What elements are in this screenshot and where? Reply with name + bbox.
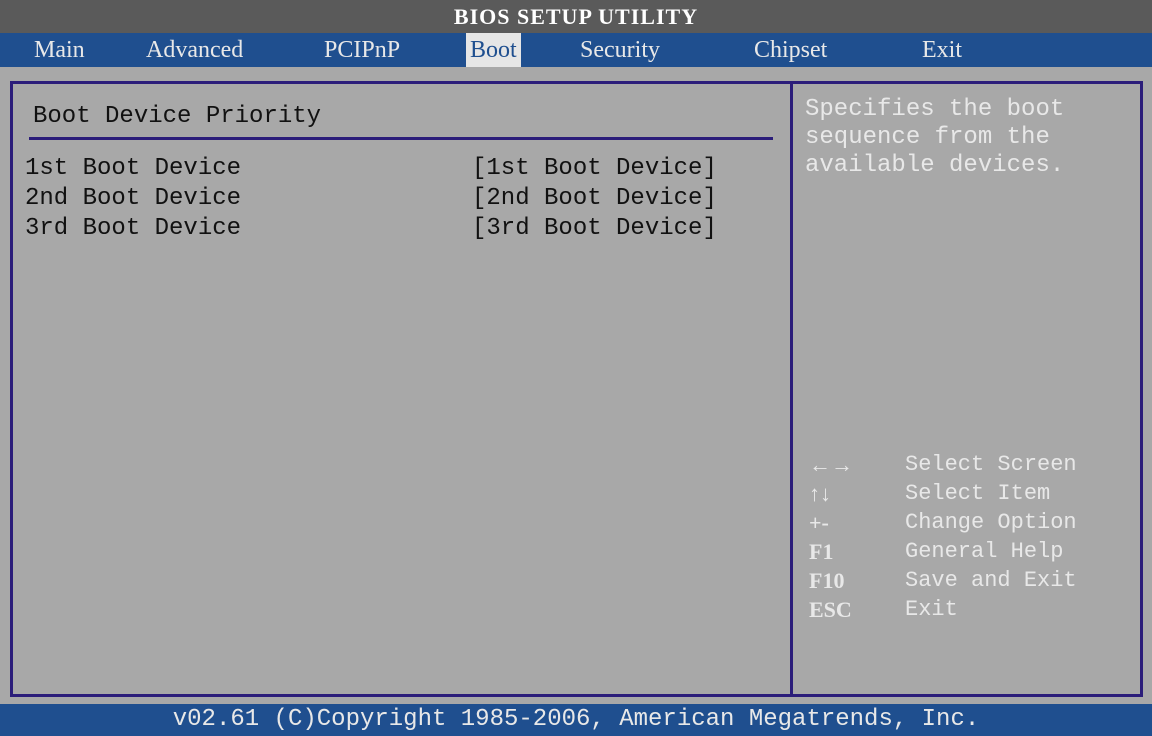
section-divider [29, 137, 773, 140]
menu-boot[interactable]: Boot [466, 33, 521, 67]
row-label: 1st Boot Device [25, 155, 242, 182]
row-label: 2nd Boot Device [25, 185, 242, 212]
menu-pcipnp[interactable]: PCIPnP [320, 33, 404, 67]
window-title: BIOS SETUP UTILITY [0, 0, 1152, 33]
menu-advanced[interactable]: Advanced [142, 33, 247, 67]
menu-chipset[interactable]: Chipset [750, 33, 831, 67]
menu-exit[interactable]: Exit [918, 33, 966, 67]
row-value[interactable]: [1st Boot Device] [472, 154, 717, 184]
boot-device-row-2[interactable]: 2nd Boot Device [2nd Boot Device] [25, 184, 745, 214]
boot-device-row-3[interactable]: 3rd Boot Device [3rd Boot Device] [25, 214, 745, 244]
arrow-left-right-icon: ←→ [809, 452, 853, 477]
menu-security[interactable]: Security [576, 33, 664, 67]
copyright-footer: v02.61 (C)Copyright 1985-2006, American … [0, 704, 1152, 736]
row-label: 3rd Boot Device [25, 215, 242, 242]
row-value[interactable]: [2nd Boot Device] [472, 184, 717, 214]
settings-panel: Boot Device Priority 1st Boot Device [1s… [10, 81, 792, 697]
arrow-up-down-icon: ↑↓ [809, 481, 831, 506]
plus-minus-icon: +- [809, 510, 829, 535]
help-text: Specifies the boot sequence from the ava… [805, 96, 1065, 179]
section-title: Boot Device Priority [33, 103, 322, 130]
help-panel: Specifies the boot sequence from the ava… [790, 81, 1143, 697]
row-value[interactable]: [3rd Boot Device] [472, 214, 717, 244]
menu-main[interactable]: Main [30, 33, 89, 67]
menu-bar: Main Advanced PCIPnP Boot Security Chips… [0, 33, 1152, 67]
boot-device-row-1[interactable]: 1st Boot Device [1st Boot Device] [25, 154, 745, 184]
